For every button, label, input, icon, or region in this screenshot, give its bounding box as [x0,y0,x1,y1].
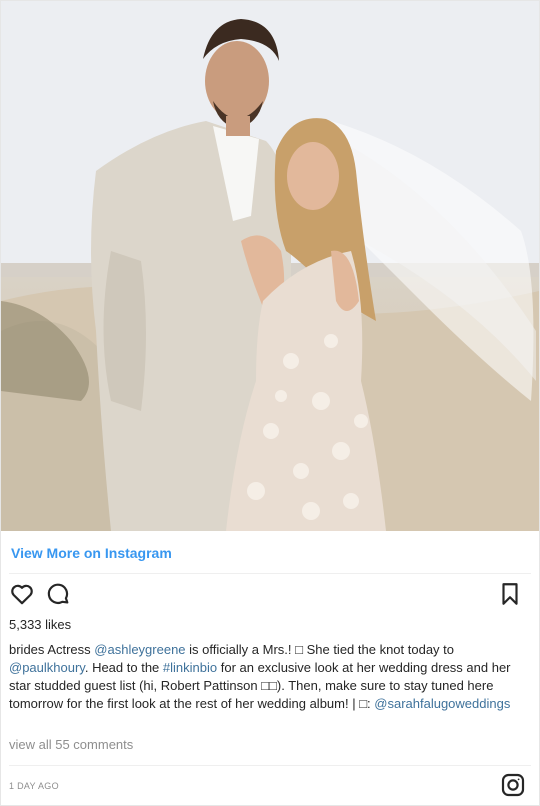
caption-username[interactable]: brides [9,642,44,657]
post-caption: brides Actress @ashleygreene is official… [9,641,529,713]
caption-text: Actress [44,642,95,657]
post-timestamp[interactable]: 1 DAY AGO [9,781,59,791]
instagram-logo-icon[interactable] [501,773,525,797]
divider [9,573,531,574]
wedding-couple-image [1,1,539,531]
view-more-link[interactable]: View More on Instagram [11,545,172,561]
bookmark-icon[interactable] [497,581,525,609]
comment-bubble-icon[interactable] [45,581,73,609]
mention-link[interactable]: @sarahfalugoweddings [374,696,510,711]
caption-text: is officially a Mrs.! □ She tied the kno… [185,642,455,657]
divider [9,765,531,766]
view-comments-link[interactable]: view all 55 comments [9,737,133,752]
mention-link[interactable]: @paulkhoury [9,660,85,675]
instagram-embed-card: View More on Instagram 5,333 likes bride… [0,0,540,806]
mention-link[interactable]: @ashleygreene [94,642,185,657]
post-photo[interactable] [1,1,539,531]
caption-text: . Head to the [84,660,163,675]
likes-count[interactable]: 5,333 likes [9,617,71,632]
heart-icon[interactable] [9,581,37,609]
hashtag-link[interactable]: #linkinbio [163,660,217,675]
